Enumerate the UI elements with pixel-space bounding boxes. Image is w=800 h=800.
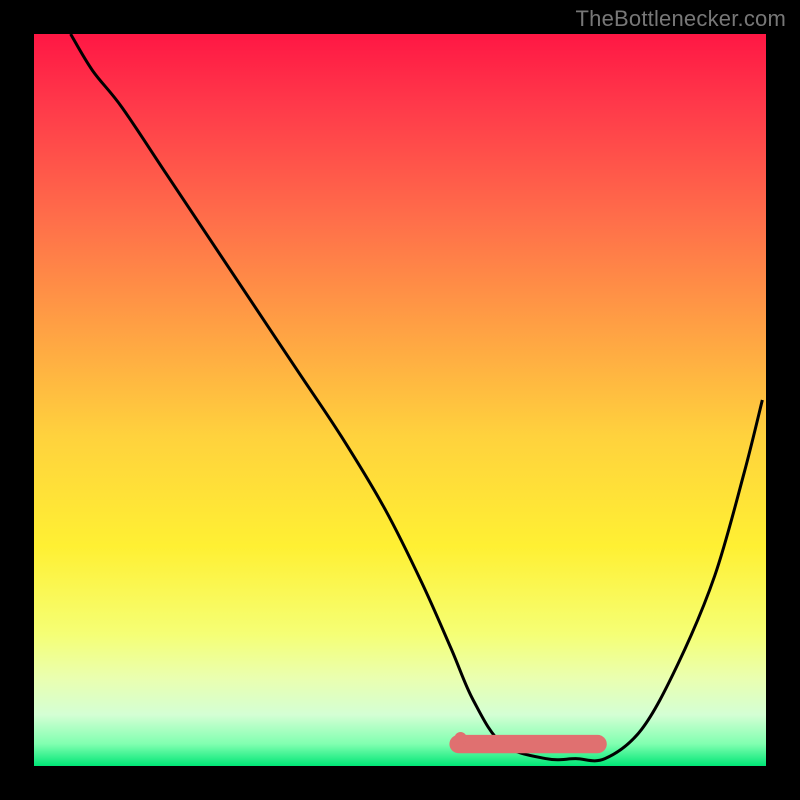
watermark-label: TheBottlenecker.com (576, 6, 786, 32)
chart-canvas (0, 0, 800, 800)
bottleneck-chart: TheBottlenecker.com (0, 0, 800, 800)
plot-background (34, 34, 766, 766)
